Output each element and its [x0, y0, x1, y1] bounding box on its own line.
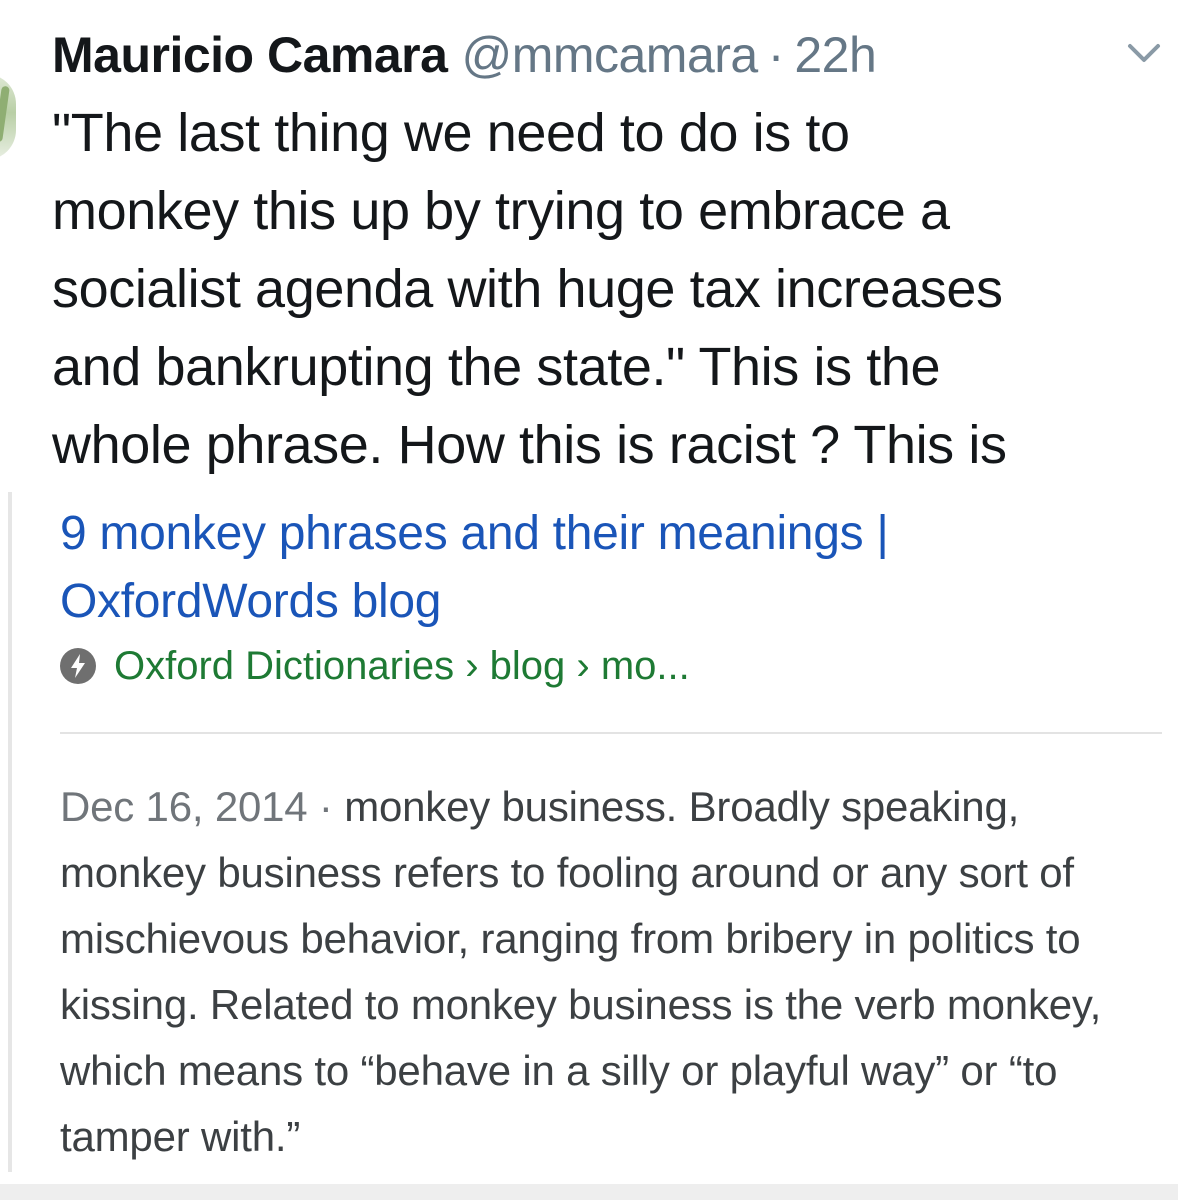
- tweet-header: Mauricio Camara @mmcamara · 22h: [52, 20, 877, 90]
- tweet-screenshot: Mauricio Camara @mmcamara · 22h "The las…: [0, 0, 1178, 1200]
- search-result-source[interactable]: Oxford Dictionaries › blog › mo...: [60, 638, 690, 694]
- bottom-edge: [0, 1184, 1178, 1200]
- avatar[interactable]: [0, 74, 16, 160]
- card-left-border: [8, 492, 12, 1172]
- search-result-snippet: Dec 16, 2014 · monkey business. Broadly …: [60, 774, 1160, 1170]
- source-breadcrumb: Oxford Dictionaries › blog › mo...: [114, 643, 690, 688]
- snippet-separator: ·: [307, 783, 345, 830]
- lightning-bolt-icon: [60, 648, 96, 684]
- header-separator: ·: [767, 27, 785, 83]
- chevron-down-icon[interactable]: [1122, 36, 1166, 72]
- snippet-date: Dec 16, 2014: [60, 783, 308, 830]
- link-preview-card[interactable]: 9 monkey phrases and their meanings | Ox…: [8, 492, 1178, 1200]
- divider: [60, 732, 1162, 734]
- avatar-image-detail: [0, 85, 10, 143]
- snippet-text: monkey business. Broadly speaking, monke…: [60, 783, 1102, 1160]
- tweet-text: "The last thing we need to do is to monk…: [52, 103, 1007, 475]
- author-name[interactable]: Mauricio Camara: [52, 20, 448, 90]
- tweet-timestamp[interactable]: 22h: [794, 20, 876, 90]
- search-result-title[interactable]: 9 monkey phrases and their meanings | Ox…: [60, 500, 1110, 636]
- author-handle[interactable]: @mmcamara: [461, 20, 758, 90]
